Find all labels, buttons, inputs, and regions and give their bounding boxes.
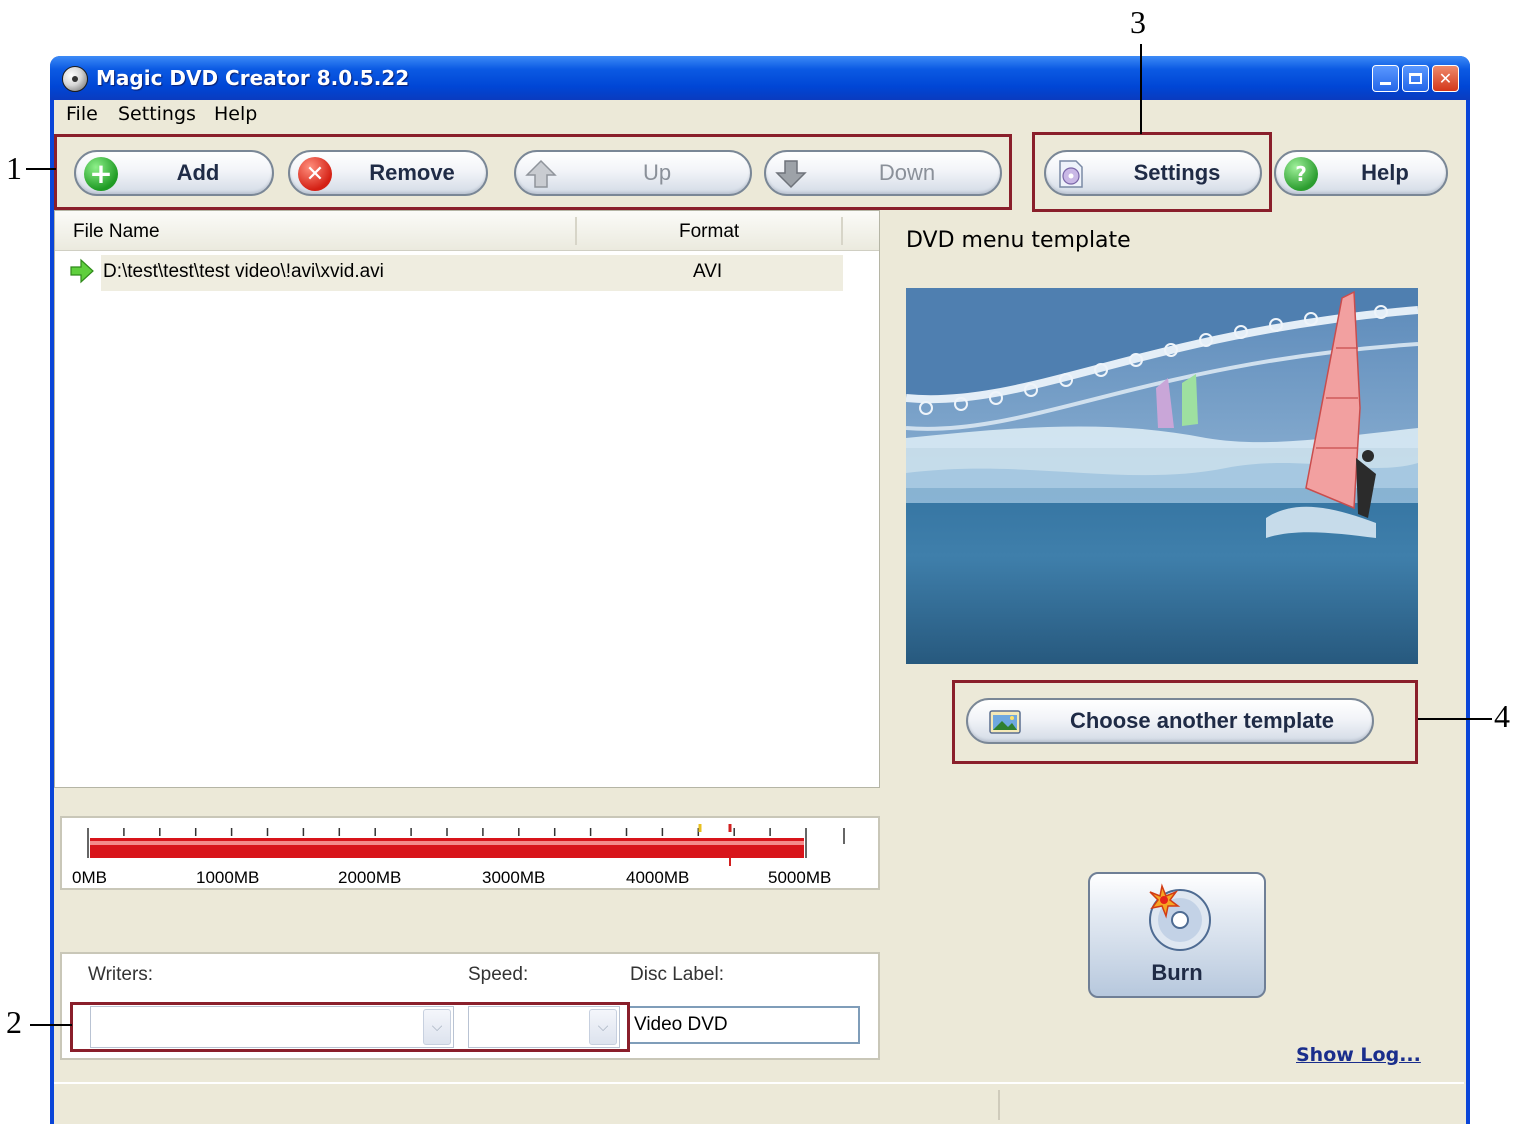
close-icon: ✕	[1438, 69, 1453, 88]
help-button[interactable]: ? Help	[1274, 150, 1448, 196]
help-question-icon: ?	[1284, 157, 1318, 191]
callout-leader-line	[1418, 718, 1492, 720]
video-file-arrow-icon	[69, 257, 95, 289]
burn-button[interactable]: Burn	[1088, 872, 1266, 998]
app-logo-icon	[62, 66, 88, 92]
disc-label-label: Disc Label:	[630, 964, 724, 985]
callout-number-1: 1	[6, 150, 22, 186]
cell-format: AVI	[693, 261, 723, 282]
minimize-icon	[1380, 82, 1391, 85]
show-log-link[interactable]: Show Log...	[1296, 1044, 1421, 1066]
menu-bar: File Settings Help	[54, 100, 1466, 130]
capacity-fill-highlight	[90, 841, 804, 845]
callout-number-2: 2	[6, 1004, 22, 1040]
callout-leader-line	[1140, 44, 1142, 134]
status-bar-separator	[998, 1090, 1000, 1120]
disc-label-input[interactable]	[628, 1006, 860, 1044]
callout-leader-line	[30, 1024, 72, 1026]
maximize-icon	[1409, 73, 1422, 84]
callout-number-4: 4	[1494, 698, 1510, 734]
speed-label: Speed:	[468, 964, 529, 985]
window-title: Magic DVD Creator 8.0.5.22	[96, 66, 410, 90]
close-button[interactable]: ✕	[1432, 65, 1459, 92]
column-header-file-name[interactable]: File Name	[73, 221, 160, 243]
cell-file-name: D:\test\test\test video\!avi\xvid.avi	[103, 261, 384, 282]
callout-number-3: 3	[1130, 4, 1146, 40]
template-section-label: DVD menu template	[906, 228, 1131, 253]
capacity-tick-label: 5000MB	[768, 868, 832, 887]
capacity-tick-label: 1000MB	[196, 868, 260, 887]
burn-label: Burn	[1151, 960, 1203, 985]
capacity-tick-label: 2000MB	[338, 868, 402, 887]
column-separator[interactable]	[575, 217, 577, 245]
writers-label: Writers:	[88, 964, 154, 985]
maximize-button[interactable]	[1402, 65, 1429, 92]
minimize-button[interactable]	[1372, 65, 1399, 92]
callout-leader-line	[26, 168, 56, 170]
callout-box-toolbar	[54, 134, 1012, 210]
menu-settings[interactable]: Settings	[116, 103, 198, 125]
menu-file[interactable]: File	[64, 103, 100, 125]
menu-help[interactable]: Help	[212, 103, 259, 125]
callout-box-settings	[1032, 132, 1272, 212]
help-label: Help	[1361, 160, 1409, 185]
callout-box-writer-speed	[70, 1002, 630, 1052]
capacity-tick-label: 4000MB	[626, 868, 690, 887]
capacity-tick-label: 0MB	[72, 868, 107, 887]
disc-capacity-bar: 0MB 1000MB 2000MB 3000MB 4000MB 5000MB	[60, 816, 880, 890]
status-bar	[54, 1082, 1464, 1124]
burn-disc-icon	[1144, 882, 1216, 958]
template-preview-image[interactable]	[906, 288, 1418, 664]
callout-box-template	[952, 680, 1418, 764]
column-header-format[interactable]: Format	[679, 221, 739, 243]
file-list-header: File Name Format	[55, 211, 879, 251]
table-row[interactable]: D:\test\test\test video\!avi\xvid.avi AV…	[101, 255, 843, 291]
column-separator[interactable]	[841, 217, 843, 245]
title-bar[interactable]: Magic DVD Creator 8.0.5.22 ✕	[50, 56, 1470, 100]
file-list[interactable]: File Name Format D:\test\test\test video…	[54, 210, 880, 788]
capacity-tick-label: 3000MB	[482, 868, 546, 887]
capacity-scale	[87, 824, 845, 866]
